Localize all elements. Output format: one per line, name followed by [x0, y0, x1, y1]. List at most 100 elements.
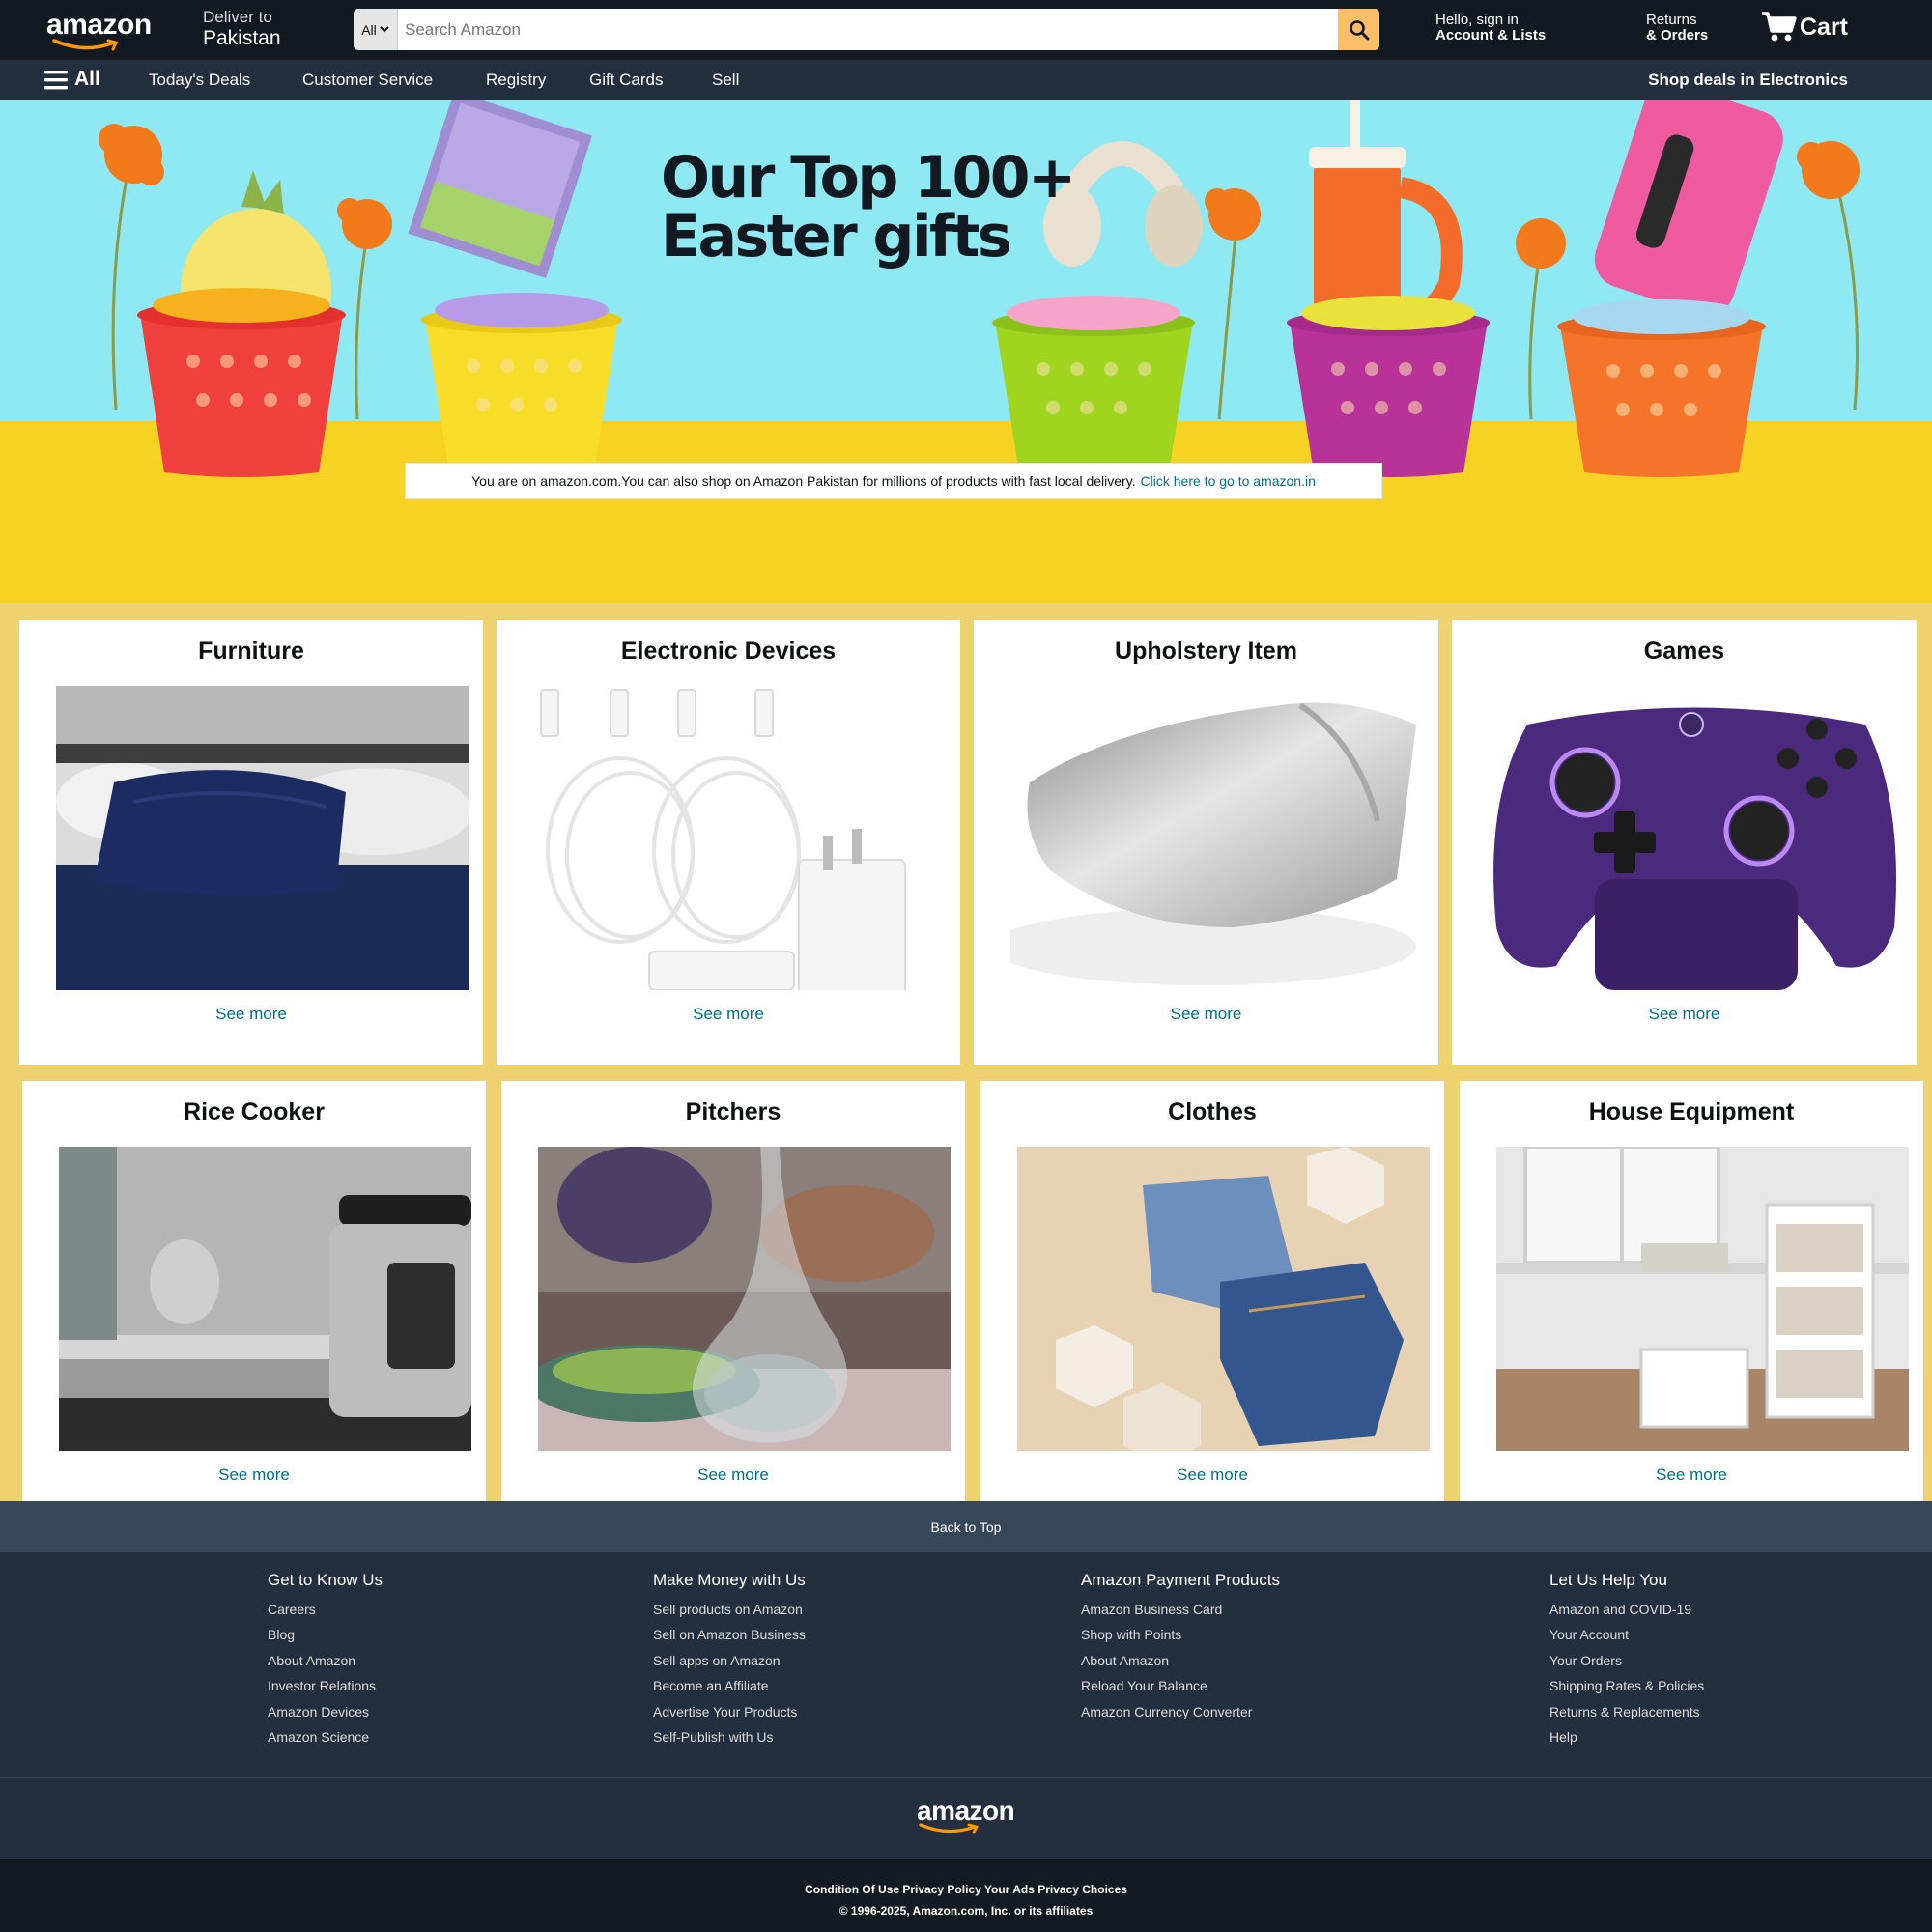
nav-promo-electronics[interactable]: Shop deals in Electronics — [1648, 71, 1848, 90]
footer-column-heading: Make Money with Us — [653, 1571, 806, 1589]
account-lists-menu[interactable]: Hello, sign in Account & Lists — [1435, 13, 1546, 43]
footer-column-heading: Amazon Payment Products — [1081, 1571, 1280, 1589]
footer-link[interactable]: Returns & Replacements — [1549, 1699, 1704, 1724]
footer-link[interactable]: Amazon Business Card — [1081, 1597, 1280, 1622]
footer-link[interactable]: Help — [1549, 1724, 1704, 1749]
account-lists-label: Account & Lists — [1435, 26, 1547, 43]
footer-column-get-to-know-us: Get to Know Us Careers Blog About Amazon… — [268, 1571, 383, 1749]
see-more-link[interactable]: See more — [1452, 1005, 1917, 1024]
footer-link[interactable]: Advertise Your Products — [653, 1699, 806, 1724]
upholstery-item-image[interactable] — [1010, 686, 1423, 990]
footer-links: Get to Know Us Careers Blog About Amazon… — [0, 1552, 1932, 1777]
category-card-upholstery-item: Upholstery Item See more — [974, 620, 1438, 1065]
deliver-to-label: Deliver to — [203, 8, 272, 26]
footer-link[interactable]: Become an Affiliate — [653, 1673, 806, 1698]
card-title: Games — [1643, 638, 1725, 665]
footer-link[interactable]: Sell on Amazon Business — [653, 1622, 806, 1647]
nav-customer-service[interactable]: Customer Service — [302, 71, 433, 90]
house-equipment-image[interactable] — [1496, 1147, 1909, 1451]
games-controller-image[interactable] — [1489, 686, 1901, 990]
legal-links[interactable]: Condition Of Use Privacy Policy Your Ads… — [0, 1883, 1932, 1896]
hamburger-menu-icon — [44, 70, 68, 89]
see-more-link[interactable]: See more — [19, 1005, 483, 1024]
amazon-logo-text: amazon — [46, 9, 152, 41]
category-card-house-equipment: House Equipment See more — [1460, 1081, 1923, 1501]
footer-link[interactable]: Amazon Science — [268, 1724, 383, 1749]
footer-column-help: Let Us Help You Amazon and COVID-19 Your… — [1549, 1571, 1704, 1749]
orders-label: & Orders — [1646, 26, 1709, 43]
deliver-to-location[interactable]: Deliver to Pakistan — [203, 9, 281, 48]
footer-link[interactable]: Amazon Devices — [268, 1699, 383, 1724]
nav-todays-deals[interactable]: Today's Deals — [149, 71, 250, 90]
footer-link[interactable]: About Amazon — [268, 1648, 383, 1673]
see-more-link[interactable]: See more — [980, 1465, 1444, 1485]
footer-link[interactable]: Blog — [268, 1622, 383, 1647]
returns-label: Returns — [1646, 12, 1697, 28]
furniture-image[interactable] — [56, 686, 469, 990]
nav-registry[interactable]: Registry — [486, 71, 546, 90]
category-card-furniture: Furniture See more — [19, 620, 483, 1065]
footer-link[interactable]: Sell products on Amazon — [653, 1597, 806, 1622]
footer-link[interactable]: Investor Relations — [268, 1673, 383, 1698]
returns-orders-link[interactable]: Returns & Orders — [1646, 13, 1708, 43]
search-button[interactable] — [1338, 9, 1379, 50]
clothes-image[interactable] — [1017, 1147, 1430, 1451]
card-title: Upholstery Item — [1115, 638, 1297, 665]
footer-logo-band: amazon — [0, 1778, 1932, 1859]
search-icon — [1349, 19, 1369, 40]
card-title: Clothes — [1168, 1098, 1257, 1125]
top-header: amazon Deliver to Pakistan All Hello, si… — [0, 0, 1932, 60]
cart-icon — [1762, 12, 1797, 42]
footer-link[interactable]: Amazon Currency Converter — [1081, 1699, 1280, 1724]
search-input[interactable] — [398, 9, 1338, 50]
footer-column-make-money: Make Money with Us Sell products on Amaz… — [653, 1571, 806, 1749]
category-card-pitchers: Pitchers See more — [501, 1081, 965, 1501]
back-to-top-button[interactable]: Back to Top — [0, 1501, 1932, 1552]
category-card-clothes: Clothes See more — [980, 1081, 1444, 1501]
amazon-smile-icon — [919, 1823, 980, 1834]
see-more-link[interactable]: See more — [22, 1465, 486, 1485]
card-title: Pitchers — [685, 1098, 781, 1125]
chevron-down-icon — [380, 24, 389, 36]
all-menu-label: All — [74, 68, 100, 90]
footer-link[interactable]: Self-Publish with Us — [653, 1724, 806, 1749]
footer-amazon-logo[interactable]: amazon — [917, 1796, 1023, 1834]
cart-button[interactable]: Cart — [1761, 11, 1848, 43]
card-title: Electronic Devices — [620, 638, 837, 665]
region-notice: You are on amazon.com.You can also shop … — [405, 463, 1382, 499]
all-menu-button[interactable]: All — [44, 68, 100, 91]
footer-column-heading: Get to Know Us — [268, 1571, 384, 1589]
see-more-link[interactable]: See more — [974, 1005, 1438, 1024]
region-notice-text: You are on amazon.com.You can also shop … — [471, 473, 1136, 489]
footer-link[interactable]: Sell apps on Amazon — [653, 1648, 806, 1673]
footer-link[interactable]: Shop with Points — [1081, 1622, 1280, 1647]
footer-link[interactable]: Your Orders — [1549, 1648, 1704, 1673]
hero-banner[interactable]: Our Top 100+ Easter gifts — [0, 100, 1932, 603]
footer-link[interactable]: About Amazon — [1081, 1648, 1280, 1673]
see-more-link[interactable]: See more — [501, 1465, 965, 1485]
cart-label: Cart — [1800, 13, 1849, 41]
region-notice-link[interactable]: Click here to go to amazon.in — [1141, 473, 1316, 489]
footer-link[interactable]: Amazon and COVID-19 — [1549, 1597, 1704, 1622]
see-more-link[interactable]: See more — [1460, 1465, 1923, 1485]
see-more-link[interactable]: See more — [497, 1005, 960, 1024]
electronic-devices-image[interactable] — [533, 686, 946, 990]
nav-bar: All Today's Deals Customer Service Regis… — [0, 60, 1932, 100]
amazon-smile-icon — [52, 39, 119, 51]
footer-column-payment-products: Amazon Payment Products Amazon Business … — [1081, 1571, 1280, 1724]
nav-sell[interactable]: Sell — [712, 71, 739, 90]
footer-link[interactable]: Reload Your Balance — [1081, 1673, 1280, 1698]
nav-gift-cards[interactable]: Gift Cards — [589, 71, 664, 90]
card-title: Rice Cooker — [184, 1098, 325, 1125]
search-category-select[interactable]: All — [354, 9, 398, 50]
account-greeting: Hello, sign in — [1435, 12, 1519, 28]
pitchers-image[interactable] — [538, 1147, 951, 1451]
category-card-electronic-devices: Electronic Devices See more — [497, 620, 960, 1065]
footer-legal-bar: Condition Of Use Privacy Policy Your Ads… — [0, 1859, 1932, 1932]
footer-link[interactable]: Careers — [268, 1597, 383, 1622]
rice-cooker-image[interactable] — [59, 1147, 471, 1451]
hero-headline-line1: Our Top 100+ — [661, 144, 1076, 212]
amazon-logo[interactable]: amazon — [46, 10, 153, 52]
footer-link[interactable]: Shipping Rates & Policies — [1549, 1673, 1704, 1698]
footer-link[interactable]: Your Account — [1549, 1622, 1704, 1647]
